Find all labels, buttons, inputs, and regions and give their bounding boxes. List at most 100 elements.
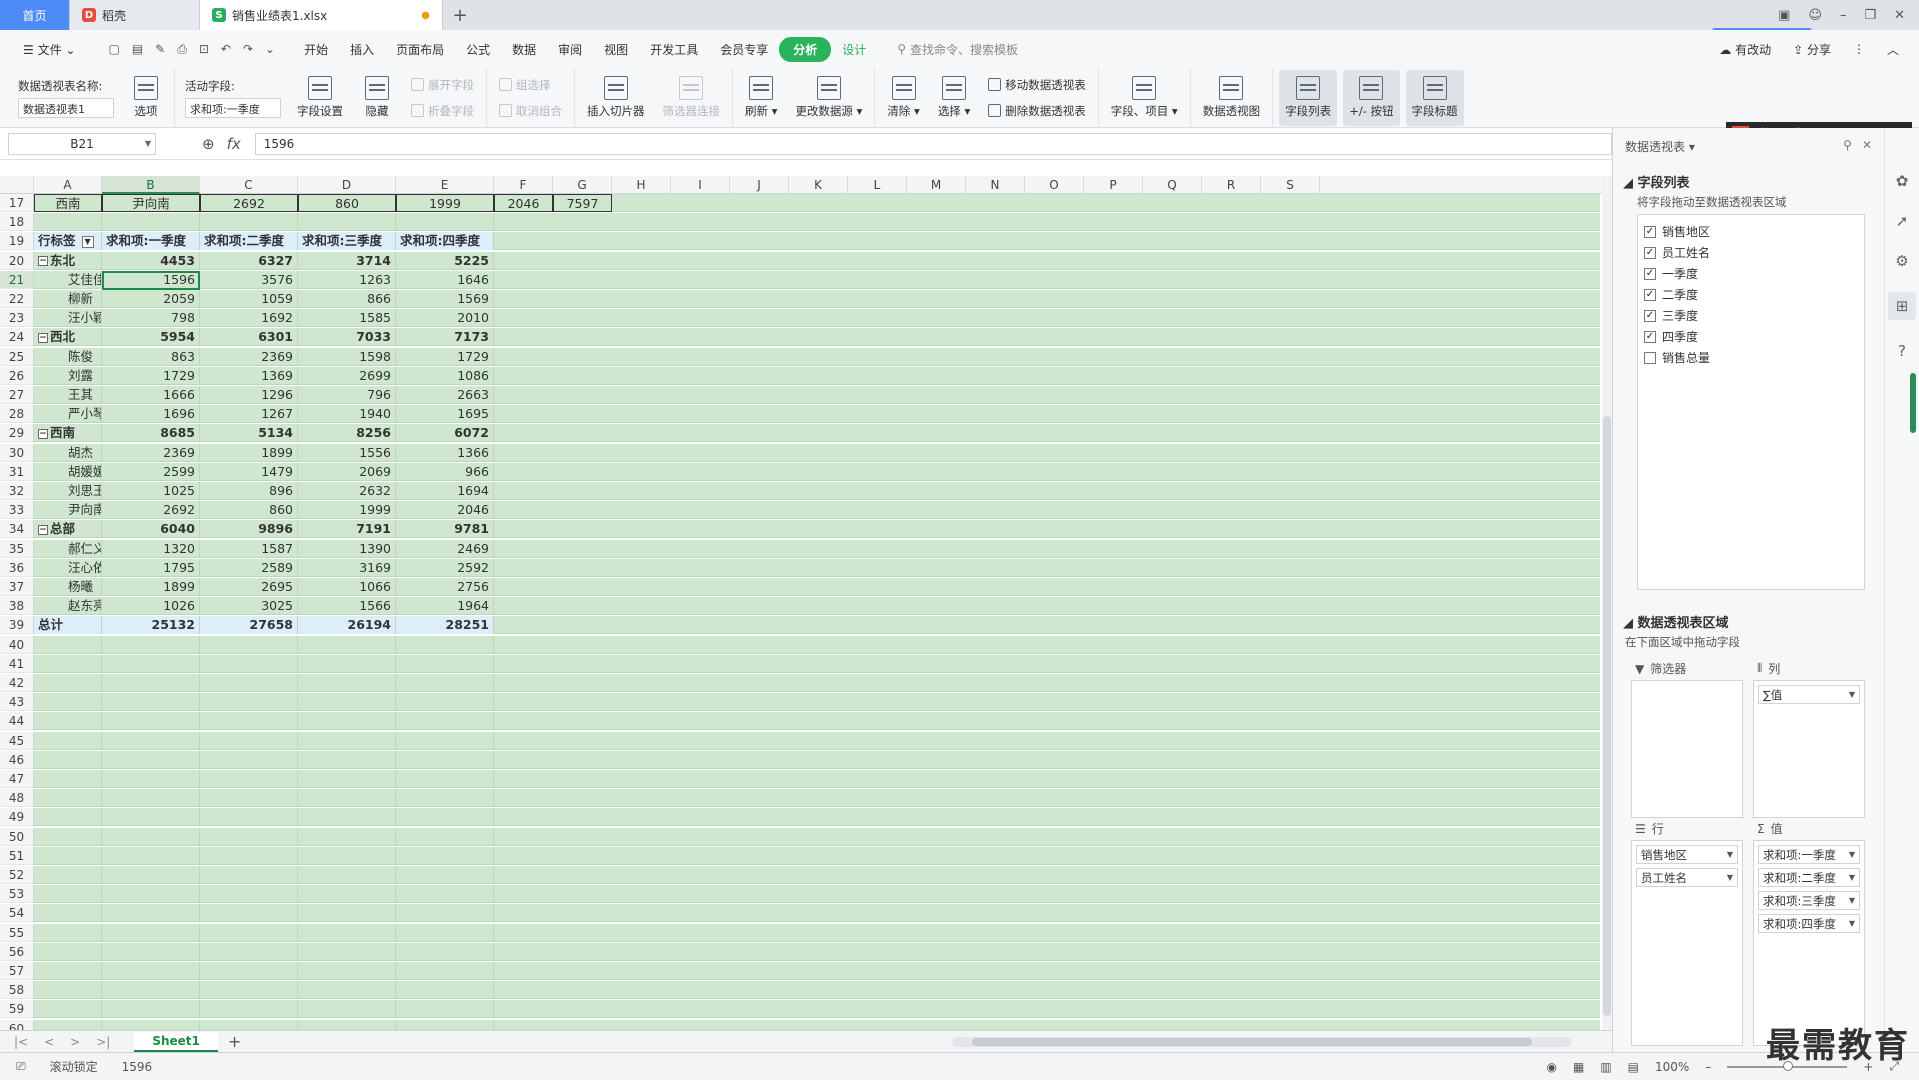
cell-B31[interactable]: 2599 <box>102 462 200 481</box>
cell-A58[interactable] <box>34 981 102 1000</box>
layout-icon[interactable]: ▣ <box>1778 8 1790 23</box>
cell-D53[interactable] <box>298 885 396 904</box>
cell-D31[interactable]: 2069 <box>298 462 396 481</box>
field-item[interactable]: ✓ 四季度 <box>1644 326 1858 347</box>
column-header-P[interactable]: P <box>1084 176 1143 194</box>
collapse-toggle-icon[interactable]: − <box>38 256 48 267</box>
row-header[interactable]: 57 <box>0 962 34 980</box>
cell-D18[interactable] <box>298 213 396 232</box>
menu-tab-1[interactable]: 插入 <box>339 41 385 58</box>
collapse-ribbon-icon[interactable]: ︿ <box>1887 41 1899 58</box>
cell-B24[interactable]: 5954 <box>102 328 200 347</box>
chevron-down-icon[interactable]: ▼ <box>1849 873 1855 882</box>
row-header[interactable]: 41 <box>0 654 34 673</box>
help-icon[interactable]: ? <box>1898 342 1906 360</box>
chevron-down-icon[interactable]: ▼ <box>1849 850 1855 859</box>
value-zone[interactable]: 求和项:一季度 ▼ 求和项:二季度 ▼ 求和项:三季度 ▼ 求和项:四季度 ▼ <box>1753 840 1865 1046</box>
cell-D60[interactable] <box>298 1019 396 1030</box>
cell-E50[interactable] <box>396 827 494 846</box>
cell-D47[interactable] <box>298 770 396 788</box>
cell-A59[interactable] <box>34 1000 102 1019</box>
row-header[interactable]: 56 <box>0 942 34 961</box>
cell-E43[interactable] <box>396 693 494 712</box>
cell-E45[interactable] <box>396 731 494 750</box>
cell-E28[interactable]: 1695 <box>396 405 494 424</box>
cell-E51[interactable] <box>396 846 494 865</box>
cell-C45[interactable] <box>200 731 298 750</box>
collapse-toggle-icon[interactable]: − <box>38 332 48 343</box>
chevron-down-icon[interactable]: ▼ <box>1849 919 1855 928</box>
cell-C59[interactable] <box>200 1000 298 1019</box>
cell-A34[interactable]: − 总部 <box>34 520 102 539</box>
print-icon[interactable]: ⎙ <box>177 42 187 57</box>
column-header-J[interactable]: J <box>730 176 789 194</box>
cell-D45[interactable] <box>298 731 396 750</box>
cell-A32[interactable]: 刘思玉 <box>34 482 102 500</box>
cell-D36[interactable]: 3169 <box>298 558 396 577</box>
cell-B59[interactable] <box>102 1000 200 1019</box>
cell-D51[interactable] <box>298 846 396 865</box>
cell-A37[interactable]: 杨曦 <box>34 578 102 596</box>
cell-A57[interactable] <box>34 962 102 980</box>
cell-D56[interactable] <box>298 942 396 961</box>
cell-G17[interactable]: 7597 <box>553 194 612 212</box>
cell-D52[interactable] <box>298 866 396 884</box>
cell-A38[interactable]: 赵东亮 <box>34 597 102 616</box>
row-header[interactable]: 42 <box>0 674 34 692</box>
cell-E18[interactable] <box>396 213 494 232</box>
field-item[interactable]: ✓ 一季度 <box>1644 263 1858 284</box>
row-header[interactable]: 29 <box>0 424 34 443</box>
filter-dropdown-icon[interactable]: ▼ <box>81 235 94 248</box>
column-header-I[interactable]: I <box>671 176 730 194</box>
cell-D29[interactable]: 8256 <box>298 424 396 443</box>
cell-B37[interactable]: 1899 <box>102 578 200 596</box>
cell-E19[interactable]: 求和项:四季度 <box>396 232 494 251</box>
formula-input[interactable]: 1596 <box>254 132 1612 155</box>
field-checkbox[interactable] <box>1644 351 1656 364</box>
cell-E22[interactable]: 1569 <box>396 290 494 308</box>
pane-close-icon[interactable]: ✕ <box>1862 138 1872 152</box>
cell-A45[interactable] <box>34 731 102 750</box>
pane-title[interactable]: 数据透视表 ▾ <box>1625 138 1695 155</box>
vertical-scrollbar-thumb[interactable] <box>1603 416 1611 1016</box>
field-item[interactable]: ✓ 员工姓名 <box>1644 242 1858 263</box>
cell-E27[interactable]: 2663 <box>396 386 494 404</box>
cell-A28[interactable]: 严小琴 <box>34 405 102 424</box>
cell-C58[interactable] <box>200 981 298 1000</box>
fx-insert-icon[interactable]: fx <box>227 135 241 153</box>
field-list-button[interactable]: 字段列表 <box>1279 69 1338 126</box>
cell-C32[interactable]: 896 <box>200 482 298 500</box>
cell-B58[interactable] <box>102 981 200 1000</box>
cell-C38[interactable]: 3025 <box>200 597 298 616</box>
row-header[interactable]: 45 <box>0 731 34 750</box>
cell-D48[interactable] <box>298 789 396 808</box>
field-checkbox[interactable]: ✓ <box>1644 225 1656 238</box>
menu-tab-5[interactable]: 审阅 <box>547 41 593 58</box>
cell-A46[interactable] <box>34 750 102 769</box>
cell-B42[interactable] <box>102 674 200 692</box>
cell-A40[interactable] <box>34 635 102 654</box>
cell-A36[interactable]: 汪心依 <box>34 558 102 577</box>
column-header-B[interactable]: B <box>102 176 200 194</box>
pivot-name-input[interactable]: 数据透视表1 <box>18 97 114 118</box>
cell-E30[interactable]: 1366 <box>396 443 494 462</box>
row-header[interactable]: 36 <box>0 558 34 577</box>
row-header[interactable]: 51 <box>0 846 34 865</box>
cell-D50[interactable] <box>298 827 396 846</box>
cell-A48[interactable] <box>34 789 102 808</box>
row-header[interactable]: 58 <box>0 981 34 1000</box>
cell-C22[interactable]: 1059 <box>200 290 298 308</box>
cell-D54[interactable] <box>298 904 396 923</box>
column-header-Q[interactable]: Q <box>1143 176 1202 194</box>
cell-E32[interactable]: 1694 <box>396 482 494 500</box>
cell-C48[interactable] <box>200 789 298 808</box>
cell-E38[interactable]: 1964 <box>396 597 494 616</box>
field-checkbox[interactable]: ✓ <box>1644 267 1656 280</box>
menu-tab-8[interactable]: 会员专享 <box>709 41 779 58</box>
menu-tab-0[interactable]: 开始 <box>293 41 339 58</box>
cell-A51[interactable] <box>34 846 102 865</box>
cell-E29[interactable]: 6072 <box>396 424 494 443</box>
cell-D17[interactable]: 860 <box>298 194 396 212</box>
cell-E40[interactable] <box>396 635 494 654</box>
eye-icon[interactable]: ◉ <box>1547 1060 1557 1074</box>
